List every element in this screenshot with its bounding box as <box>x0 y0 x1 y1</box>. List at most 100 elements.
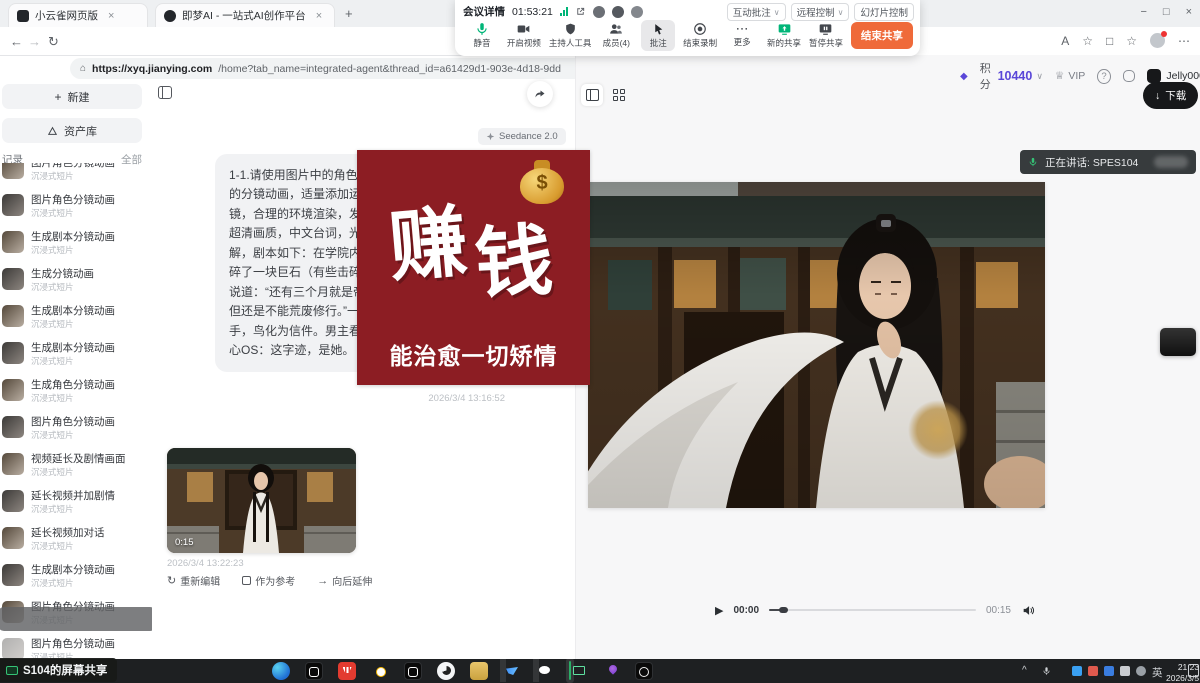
remote-control-chip[interactable]: 远程控制∨ <box>791 3 850 21</box>
credits[interactable]: 积分 10440 ∨ <box>980 60 1043 92</box>
history-item[interactable]: 延长视频加对话沉浸式短片 <box>2 527 152 559</box>
vip-badge[interactable]: ♕ VIP <box>1055 70 1085 82</box>
history-item[interactable]: 图片角色分镜动画沉浸式短片 <box>2 194 152 226</box>
annotate-button[interactable]: 批注 <box>641 20 675 51</box>
history-item[interactable]: 生成剧本分镜动画沉浸式短片 <box>2 305 152 337</box>
history-item-selected[interactable]: 图片角色分镜动画沉浸式短片 <box>2 601 152 633</box>
history-item[interactable]: 图片角色分镜动画沉浸式短片 <box>2 416 152 448</box>
use-as-reference-action[interactable]: 作为参考 <box>242 573 295 588</box>
jianying-icon[interactable] <box>305 662 323 680</box>
user-account[interactable]: Jelly0000 <box>1147 69 1200 83</box>
browser-menu-icon[interactable]: ⋯ <box>1178 34 1190 48</box>
feedback-icon[interactable] <box>1123 70 1136 82</box>
tray-mic-icon[interactable] <box>1042 665 1051 677</box>
refresh-icon[interactable]: ↻ <box>48 34 59 50</box>
ime-indicator[interactable]: 英 <box>1152 665 1163 680</box>
black-app-icon[interactable] <box>635 662 653 680</box>
end-share-button[interactable]: 结束共享 <box>851 22 913 49</box>
history-item[interactable]: 生成角色分镜动画沉浸式短片 <box>2 379 152 411</box>
reaction-icon-2[interactable] <box>612 6 624 18</box>
reedit-action[interactable]: ↻ 重新编辑 <box>167 573 220 588</box>
share-chat-button[interactable] <box>527 81 553 107</box>
attached-image[interactable]: $ 赚钱 能治愈一切矫情 <box>357 150 590 385</box>
edge-icon[interactable] <box>272 662 290 680</box>
tab1-close-icon[interactable]: × <box>108 10 114 22</box>
camera-icon <box>516 22 531 36</box>
history-item[interactable]: 生成剧本分镜动画沉浸式短片 <box>2 231 152 263</box>
history-item[interactable]: 图片角色分镜动画沉浸式短片 <box>2 638 152 659</box>
window-maximize-icon[interactable]: □ <box>1163 6 1170 18</box>
more-button[interactable]: ⋯ 更多 <box>725 23 759 48</box>
host-tools-button[interactable]: 主持人工具 <box>549 22 592 49</box>
meeting-details-label[interactable]: 会议详情 <box>463 4 505 19</box>
seek-handle[interactable] <box>779 607 788 613</box>
meeting-info-row: 会议详情 01:53:21 <box>463 4 643 19</box>
tray-display-icon[interactable] <box>1120 666 1130 676</box>
window-controls: − □ × <box>1140 6 1192 18</box>
reader-mode-icon[interactable]: A <box>1061 34 1069 48</box>
tray-volume-icon[interactable] <box>1136 666 1146 676</box>
new-tab-button[interactable]: + <box>345 6 353 21</box>
layout-toggle-button[interactable] <box>581 84 603 106</box>
file-explorer-icon[interactable] <box>470 662 488 680</box>
window-close-icon[interactable]: × <box>1186 6 1192 18</box>
main-video-frame[interactable] <box>588 182 1045 508</box>
history-item[interactable]: 图片角色分镜动画沉浸式短片 <box>2 163 152 189</box>
history-item[interactable]: 视频延长及剧情画面沉浸式短片 <box>2 453 152 485</box>
grid-view-button[interactable] <box>613 89 625 101</box>
slides-control-chip[interactable]: 幻灯片控制 <box>854 3 914 21</box>
new-share-button[interactable]: 新的共享 <box>767 22 801 49</box>
popout-icon[interactable] <box>575 6 586 17</box>
new-project-button[interactable]: + 新建 <box>2 84 142 109</box>
total-time: 00:15 <box>986 605 1011 616</box>
browser-profile-avatar[interactable] <box>1150 33 1165 48</box>
jimeng-icon[interactable] <box>437 662 455 680</box>
window-minimize-icon[interactable]: − <box>1140 6 1146 18</box>
share-monitor-icon <box>6 666 18 675</box>
generated-video-thumbnail[interactable]: 0:15 <box>167 448 356 553</box>
collapse-sidebar-icon[interactable] <box>158 86 172 99</box>
seek-bar[interactable] <box>769 609 976 611</box>
extend-action[interactable]: → 向后延伸 <box>317 573 372 588</box>
tray-icon-1[interactable] <box>1072 666 1082 676</box>
volume-icon[interactable] <box>1021 604 1035 617</box>
members-button[interactable]: 成员(4) <box>599 22 633 49</box>
tray-icon-2[interactable] <box>1088 666 1098 676</box>
play-button[interactable]: ▶ <box>715 604 723 617</box>
pause-share-button[interactable]: 暂停共享 <box>809 22 843 49</box>
tab-jimeng[interactable]: 即梦AI - 一站式AI创作平台 × <box>155 3 335 27</box>
history-item[interactable]: 生成分镜动画沉浸式短片 <box>2 268 152 300</box>
back-icon[interactable]: ← <box>10 34 23 49</box>
meeting-timer: 01:53:21 <box>512 6 553 18</box>
camera-button[interactable]: 开启视频 <box>507 22 541 49</box>
collections-icon[interactable]: ☆ <box>1126 34 1137 48</box>
signal-strength-icon <box>560 7 568 16</box>
screen-share-app-icon[interactable] <box>569 661 571 680</box>
favorite-star-icon[interactable]: ☆ <box>1082 34 1093 48</box>
tab1-title: 小云雀网页版 <box>35 8 98 23</box>
interactive-annotation-chip[interactable]: 互动批注∨ <box>727 3 786 21</box>
history-item[interactable]: 生成剧本分镜动画沉浸式短片 <box>2 342 152 374</box>
tab2-close-icon[interactable]: × <box>316 10 322 22</box>
forward-icon[interactable]: → <box>28 34 41 49</box>
wps-icon[interactable] <box>338 662 356 680</box>
history-item[interactable]: 生成剧本分镜动画沉浸式短片 <box>2 564 152 596</box>
capcut-icon[interactable] <box>404 662 422 680</box>
mute-button[interactable]: 静音 <box>465 22 499 49</box>
extensions-icon[interactable]: □ <box>1106 34 1113 48</box>
history-list: 图片角色分镜动画沉浸式短片 图片角色分镜动画沉浸式短片 生成剧本分镜动画沉浸式短… <box>0 163 152 659</box>
floating-participant-thumbnail[interactable] <box>1160 328 1196 356</box>
crown-icon: ♕ <box>1055 70 1064 82</box>
reaction-icon-3[interactable] <box>631 6 643 18</box>
tray-icon-3[interactable] <box>1104 666 1114 676</box>
speaking-text: 正在讲话: SPES104 <box>1045 155 1138 170</box>
tray-expand-icon[interactable]: ^ <box>1022 665 1027 676</box>
history-item[interactable]: 延长视频并加剧情沉浸式短片 <box>2 490 152 522</box>
help-icon[interactable]: ? <box>1097 69 1111 84</box>
video-timestamp: 2026/3/4 13:22:23 <box>167 558 244 569</box>
stop-record-button[interactable]: 结束录制 <box>683 22 717 49</box>
asset-library-button[interactable]: 资产库 <box>2 118 142 143</box>
tab-xiaoyunque[interactable]: 小云雀网页版 × <box>8 3 148 27</box>
reaction-icon-1[interactable] <box>593 6 605 18</box>
notification-center-icon[interactable] <box>1188 664 1199 677</box>
